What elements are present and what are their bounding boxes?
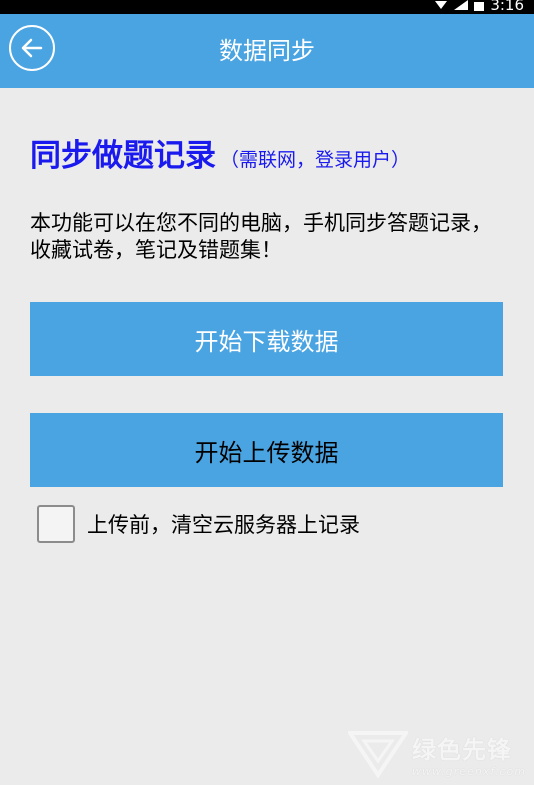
app-bar: 数据同步 [0, 14, 534, 88]
clear-cloud-checkbox[interactable] [37, 505, 75, 543]
clear-cloud-option[interactable]: 上传前，清空云服务器上记录 [37, 503, 360, 545]
signal-icon [454, 0, 469, 10]
status-time: 3:16 [490, 0, 524, 14]
watermark-url: www.greenxf.com [412, 765, 526, 778]
download-data-button[interactable]: 开始下载数据 [30, 302, 503, 376]
watermark: 绿色先锋 www.greenxf.com [348, 729, 526, 779]
heading-text: 同步做题记录 [30, 138, 216, 174]
battery-icon [474, 1, 485, 11]
wifi-icon [435, 1, 448, 9]
watermark-logo-icon [348, 731, 409, 779]
status-icons: 3:16 [434, 0, 524, 14]
description-text: 本功能可以在您不同的电脑，手机同步答题记录， 收藏试卷，笔记及错题集！ [30, 211, 492, 262]
page-title: 数据同步 [219, 37, 315, 65]
upload-data-button[interactable]: 开始上传数据 [30, 413, 503, 487]
section-heading: 同步做题记录 （需联网，登录用户） [30, 130, 410, 174]
watermark-name: 绿色先锋 [412, 736, 513, 764]
heading-note: （需联网，登录用户） [220, 149, 411, 171]
status-bar: 3:16 [0, 0, 534, 14]
clear-cloud-label: 上传前，清空云服务器上记录 [87, 513, 360, 537]
